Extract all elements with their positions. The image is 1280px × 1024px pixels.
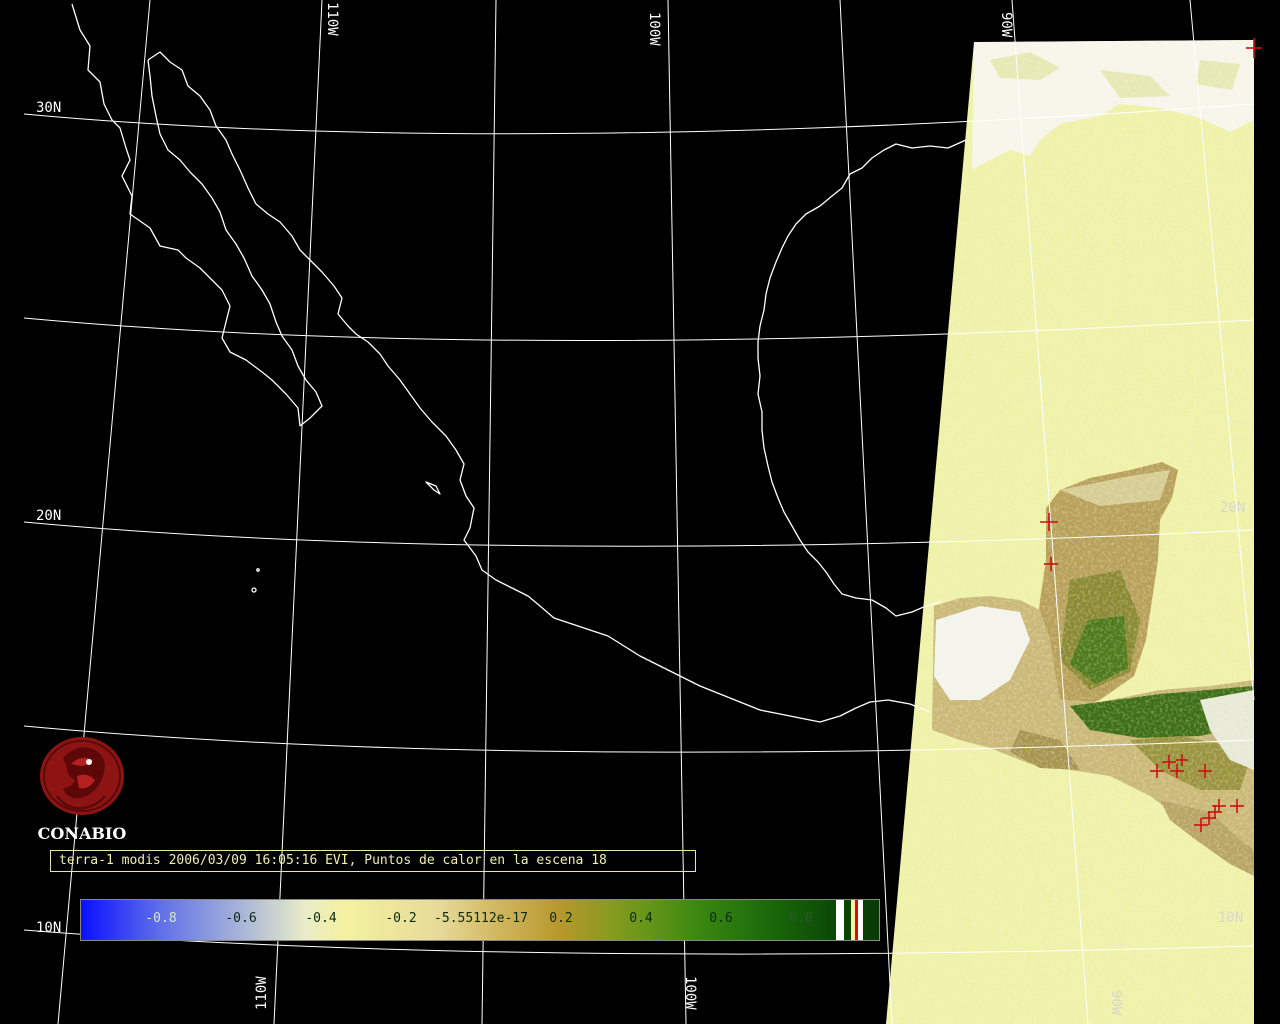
conabio-macaw-logo-icon [40,737,124,815]
colorbar-tick: 0.8 [789,911,813,926]
mexico-pacific-coast [463,527,931,723]
evi-colorbar: -0.8 -0.6 -0.4 -0.2 -5.55112e-17 0.2 0.4… [80,899,880,941]
lat-label-10n: 10N [36,920,61,936]
conabio-wordmark: CONABIO [37,824,127,843]
lon-label-top-100w: 100W [646,12,662,46]
colorbar-tick: -0.4 [305,911,337,926]
colorbar-tick: 0.2 [549,911,573,926]
colorbar-tick: -0.8 [145,911,177,926]
lat-label-right-20n: 20N [1220,500,1245,516]
lat-label-30n: 30N [36,100,61,116]
lon-label-bottom-90w: 90W [1108,990,1124,1016]
sonora-coast [147,51,475,529]
scene-caption: terra-1 modis 2006/03/09 16:05:16 EVI, P… [50,850,696,872]
lon-label-bottom-110w: 110W [254,976,270,1010]
satellite-swath [886,40,1254,1024]
lat-label-right-10n: 10N [1218,910,1243,926]
conabio-logo: CONABIO [34,736,130,843]
colorbar-tick: -0.6 [225,911,257,926]
colorbar-tick: 0.4 [629,911,653,926]
colorbar-white-stripe-2 [858,900,863,940]
lon-label-top-110w: 110W [324,2,340,36]
baja-pacific-coast [71,3,301,427]
colorbar-tick: 0.6 [709,911,733,926]
lon-label-bottom-100w: 100W [682,976,698,1010]
lat-label-20n: 20N [36,508,61,524]
colorbar-white-stripe [836,900,844,940]
coastline [71,3,967,723]
lon-label-top-90w: 90W [998,12,1014,38]
colorbar-tick: -5.55112e-17 [434,911,528,926]
colorbar-tick: -0.2 [385,911,417,926]
lon-line-95w [839,0,893,1024]
